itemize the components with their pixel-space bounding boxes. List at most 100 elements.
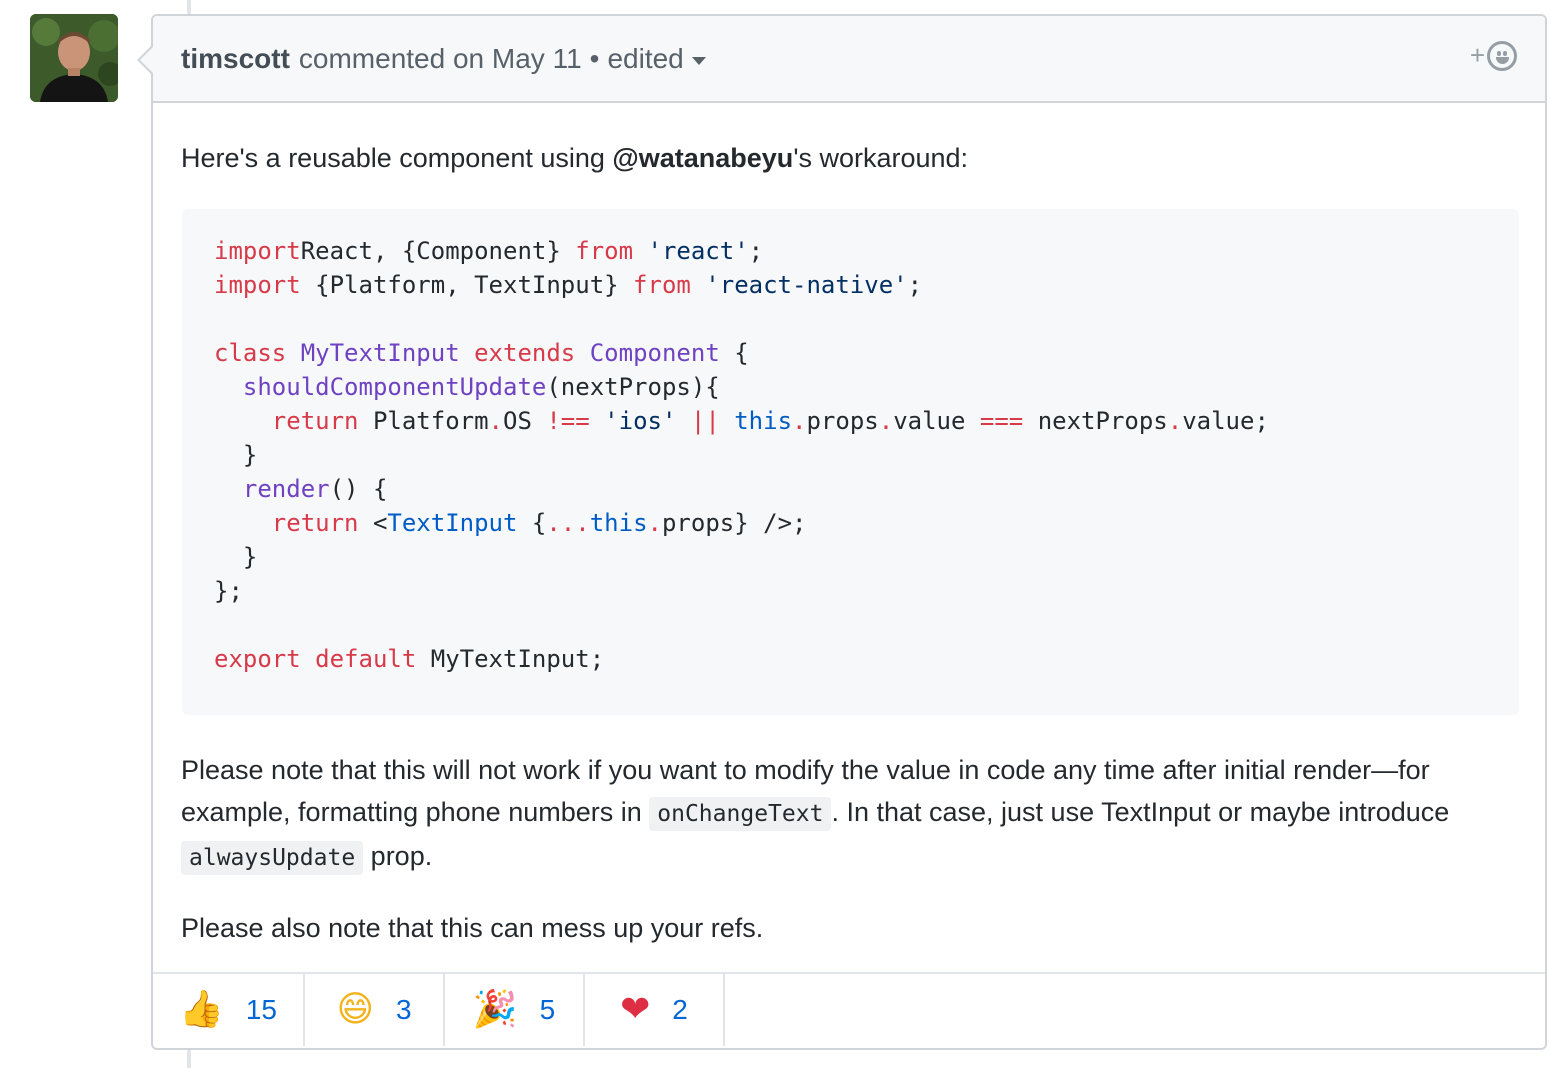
code-token: TextInput bbox=[387, 509, 518, 537]
code-token: MyTextInput bbox=[300, 339, 460, 367]
code-token: } bbox=[214, 543, 258, 571]
reactions-bar: 👍 15 😄 3 🎉 5 ❤ 2 bbox=[153, 972, 1545, 1048]
code-token: Platform bbox=[358, 407, 489, 435]
code-token: . bbox=[488, 407, 503, 435]
add-reaction-button[interactable]: + bbox=[1470, 40, 1517, 71]
code-token: props} />; bbox=[661, 509, 807, 537]
code-line: } bbox=[214, 540, 1487, 574]
code-token: . bbox=[1167, 407, 1183, 435]
code-token: 'react' bbox=[647, 237, 749, 265]
separator-dot: • bbox=[589, 42, 600, 74]
code-token: export bbox=[214, 645, 301, 673]
code-token: ... bbox=[546, 509, 590, 537]
tada-icon: 🎉 bbox=[472, 989, 518, 1030]
code-block: importReact, {Component} from 'react'; im… bbox=[182, 209, 1519, 715]
code-token: import bbox=[214, 271, 301, 299]
code-token: ; bbox=[748, 237, 764, 265]
reaction-count: 15 bbox=[245, 994, 277, 1025]
reaction-laugh[interactable]: 😄 3 bbox=[305, 974, 445, 1046]
note-text-3: prop. bbox=[363, 841, 433, 871]
code-line: import {Platform, TextInput} from 'react… bbox=[214, 268, 1487, 302]
code-token: . bbox=[878, 407, 894, 435]
code-line: }; bbox=[214, 574, 1487, 608]
intro-text-after: 's workaround: bbox=[793, 143, 969, 173]
code-token: OS bbox=[503, 407, 547, 435]
comment-header: timscott commented on May 11 • edited + bbox=[153, 16, 1545, 103]
code-token: value bbox=[893, 407, 980, 435]
code-token: import bbox=[214, 237, 301, 265]
code-token: (nextProps){ bbox=[546, 373, 720, 401]
smiley-icon bbox=[1487, 40, 1517, 71]
comment-timestamp[interactable]: commented on May 11 bbox=[299, 43, 582, 75]
code-line: export default MyTextInput; bbox=[214, 642, 1487, 676]
caret-down-icon bbox=[691, 56, 706, 65]
code-line: class MyTextInput extends Component { bbox=[214, 336, 1487, 370]
code-line: render() { bbox=[214, 472, 1487, 506]
code-token: value; bbox=[1182, 407, 1269, 435]
code-token: class bbox=[214, 339, 287, 367]
reaction-heart[interactable]: ❤ 2 bbox=[585, 974, 725, 1046]
laugh-icon: 😄 bbox=[336, 989, 374, 1030]
reaction-tada[interactable]: 🎉 5 bbox=[445, 974, 585, 1046]
comment-box: timscott commented on May 11 • edited + … bbox=[137, 14, 1547, 1050]
edited-dropdown[interactable]: edited bbox=[607, 43, 706, 75]
code-token: () { bbox=[329, 475, 388, 503]
code-token: === bbox=[979, 407, 1024, 435]
heart-icon: ❤ bbox=[620, 989, 651, 1030]
code-token: nextProps bbox=[1023, 407, 1168, 435]
code-token: return bbox=[271, 407, 359, 435]
code-token: 'react-native' bbox=[705, 271, 908, 299]
code-line: return <TextInput {...this.props} />; bbox=[214, 506, 1487, 540]
plus-icon: + bbox=[1469, 40, 1485, 70]
code-token: from bbox=[575, 237, 634, 265]
user-mention-link[interactable]: @watanabeyu bbox=[612, 143, 793, 173]
code-token: { bbox=[517, 509, 547, 537]
avatar[interactable] bbox=[30, 14, 118, 102]
code-token: React, {Component} bbox=[300, 237, 576, 265]
inline-code-onchangetext: onChangeText bbox=[649, 797, 832, 831]
note-paragraph: Please note that this will not work if y… bbox=[181, 749, 1517, 879]
code-line: return Platform.OS !== 'ios' || this.pro… bbox=[214, 404, 1487, 438]
code-token: }; bbox=[214, 577, 243, 605]
code-token: render bbox=[242, 475, 330, 503]
code-token: !== bbox=[546, 407, 590, 435]
code-token: return bbox=[271, 509, 359, 537]
code-token: MyTextInput; bbox=[416, 645, 605, 673]
code-token: this bbox=[589, 509, 648, 537]
code-line: importReact, {Component} from 'react'; bbox=[214, 234, 1487, 268]
code-token: { bbox=[719, 339, 749, 367]
code-line: shouldComponentUpdate(nextProps){ bbox=[214, 370, 1487, 404]
code-token: default bbox=[315, 645, 417, 673]
intro-text-before: Here's a reusable component using bbox=[181, 143, 613, 173]
author-name[interactable]: timscott bbox=[181, 43, 290, 75]
code-token: props bbox=[806, 407, 879, 435]
code-token: 'ios' bbox=[604, 407, 677, 435]
thumbs-up-icon: 👍 bbox=[179, 989, 224, 1030]
code-token: from bbox=[633, 271, 691, 299]
code-token: || bbox=[690, 407, 720, 435]
code-token: extends bbox=[474, 339, 576, 367]
code-line: } bbox=[214, 438, 1487, 472]
reaction-thumbs-up[interactable]: 👍 15 bbox=[153, 974, 305, 1046]
reaction-count: 3 bbox=[395, 994, 412, 1025]
note-text-2: . In that case, just use TextInput or ma… bbox=[831, 797, 1450, 827]
refs-note-paragraph: Please also note that this can mess up y… bbox=[181, 913, 764, 943]
code-token: shouldComponentUpdate bbox=[242, 373, 547, 401]
code-token: ; bbox=[907, 271, 923, 299]
code-token: < bbox=[358, 509, 388, 537]
reaction-count: 2 bbox=[672, 994, 688, 1025]
code-token: this bbox=[734, 407, 793, 435]
code-token: } bbox=[214, 441, 258, 469]
code-token: . bbox=[792, 407, 807, 435]
